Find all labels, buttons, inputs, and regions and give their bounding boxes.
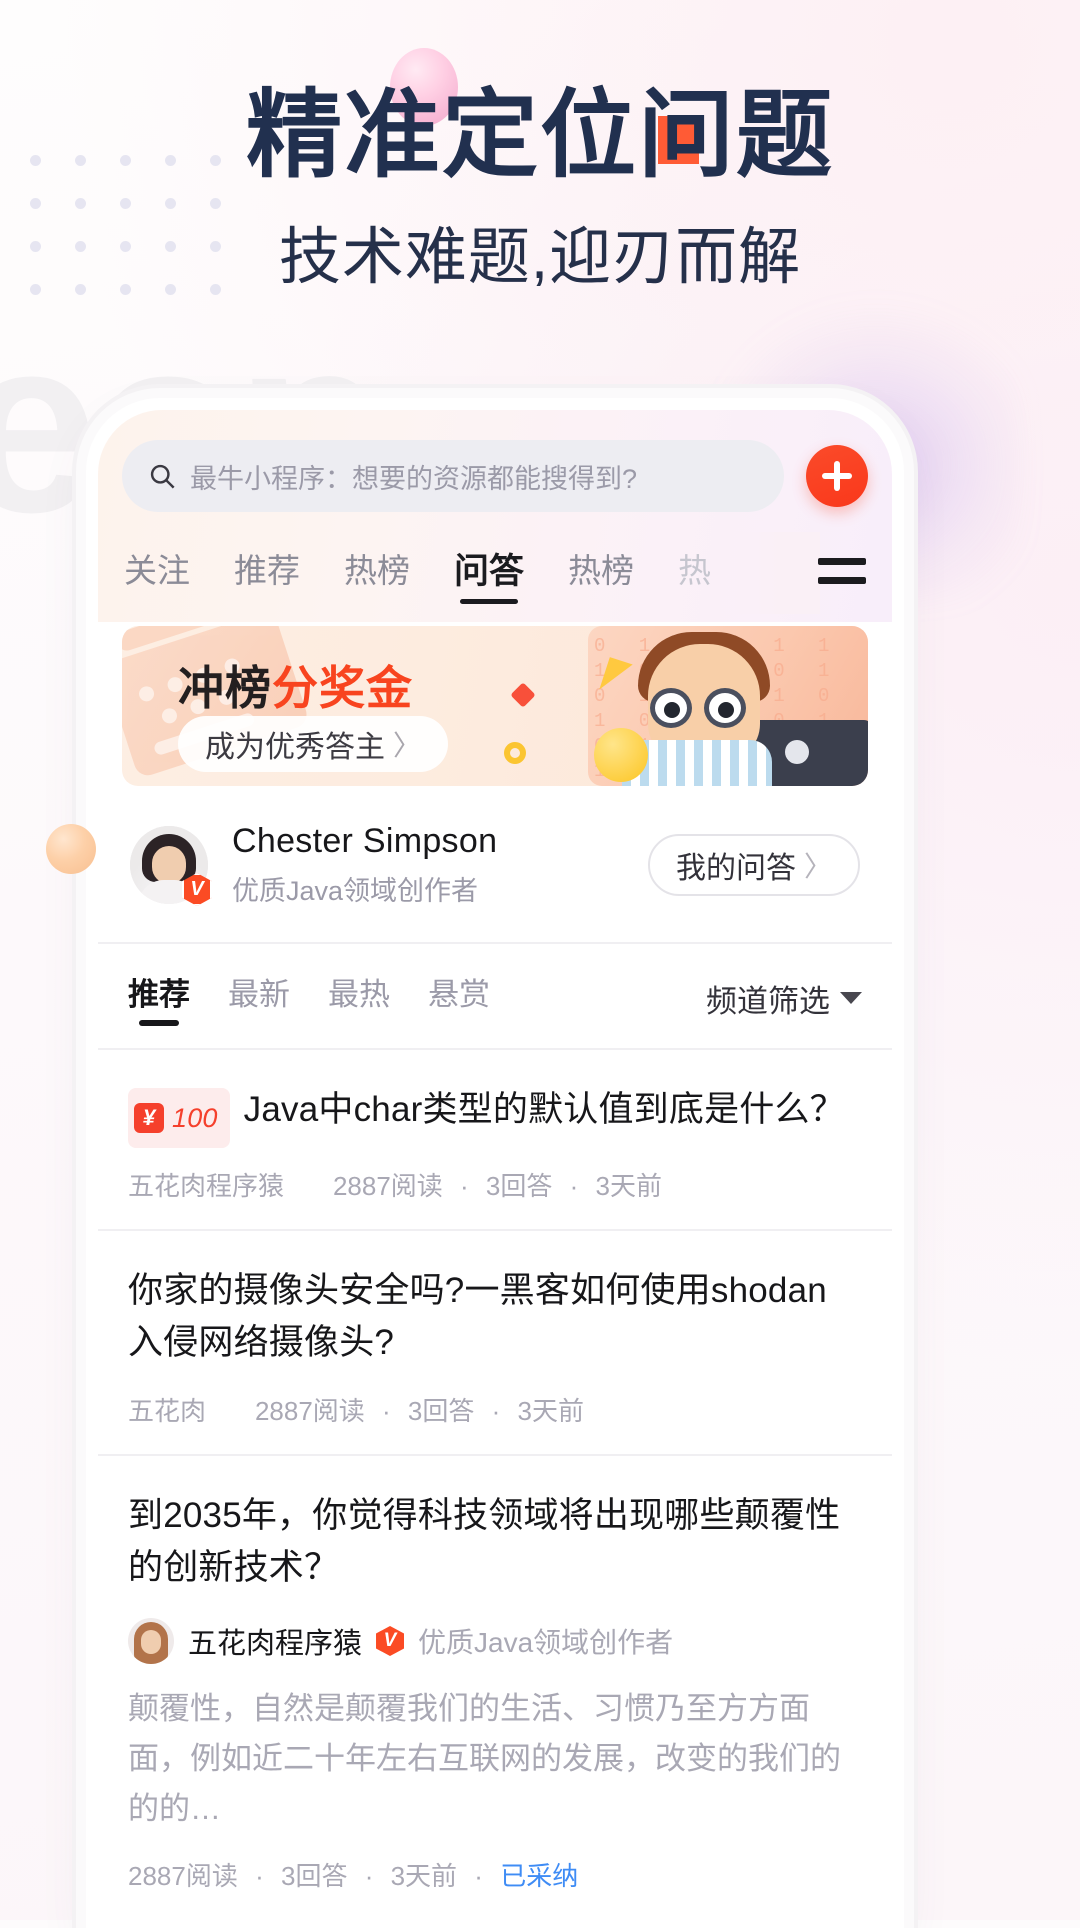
search-placeholder: 最牛小程序：想要的资源都能搜得到? bbox=[190, 463, 638, 494]
meta-time: 3天前 bbox=[517, 1396, 584, 1426]
banner-cta-label: 成为优秀答主 bbox=[204, 731, 385, 764]
question-title: 你家的摄像头安全吗?一黑客如何使用shodan入侵网络摄像头? bbox=[128, 1271, 827, 1362]
verified-badge-icon: V bbox=[376, 1626, 405, 1656]
page-title-suffix: 题 bbox=[736, 82, 834, 189]
meta-answers: 3回答 bbox=[407, 1396, 475, 1426]
tab-guanzhu[interactable]: 关注 bbox=[124, 544, 190, 602]
meta-author: 五花肉 bbox=[128, 1396, 207, 1426]
yen-icon: ¥ bbox=[134, 1103, 164, 1133]
promo-banner[interactable]: 0 1 0 0 1 11 0 1 0 0 10 1 1 0 1 01 0 0 1… bbox=[122, 626, 868, 786]
page-title-prefix: 精准定位 bbox=[246, 82, 638, 189]
ring-decoration bbox=[504, 742, 526, 764]
diamond-decoration bbox=[510, 682, 536, 708]
author-role: 优质Java领域创作者 bbox=[418, 1627, 674, 1658]
accepted-status-badge: 已采纳 bbox=[500, 1861, 579, 1891]
caret-down-icon bbox=[840, 992, 862, 1004]
my-qa-label: 我的问答 bbox=[675, 852, 796, 885]
tab-rebang-2[interactable]: 热榜 bbox=[568, 544, 634, 602]
meta-time: 3天前 bbox=[390, 1861, 458, 1891]
poster-headline: 精准定位问题 技术难题,迎刃而解 bbox=[0, 0, 1080, 296]
question-title: 到2035年，你觉得科技领域将出现哪些颠覆性的创新技术？ bbox=[128, 1496, 841, 1587]
meta-reads: 2887阅读 bbox=[254, 1396, 365, 1426]
banner-title-dark: 冲榜 bbox=[178, 662, 272, 714]
banner-title: 冲榜分奖金 bbox=[178, 652, 413, 718]
question-title-row: ¥ 100 Java中char类型的默认值到底是什么？ bbox=[128, 1084, 862, 1148]
author-name: 五花肉程序猿 bbox=[188, 1628, 363, 1660]
subtab-zuixin[interactable]: 最新 bbox=[228, 969, 290, 1028]
page-title-highlight: 问 bbox=[638, 82, 736, 189]
question-item[interactable]: ¥ 100 Java中char类型的默认值到底是什么？ 五花肉程序猿 2887阅… bbox=[98, 1050, 892, 1229]
meta-reads: 2887阅读 bbox=[128, 1861, 238, 1891]
search-icon bbox=[150, 464, 175, 489]
bounty-badge: ¥ 100 bbox=[128, 1088, 230, 1148]
meta-answers: 3回答 bbox=[280, 1861, 348, 1891]
coin-icon bbox=[594, 728, 648, 782]
banner-cta-button[interactable]: 成为优秀答主 〉 bbox=[178, 716, 448, 772]
bounty-amount: 100 bbox=[172, 1103, 218, 1133]
banner-illustration: 0 1 0 0 1 11 0 1 0 0 10 1 1 0 1 01 0 0 1… bbox=[588, 626, 868, 786]
character-glasses bbox=[650, 688, 758, 728]
channel-filter-label: 频道筛选 bbox=[706, 983, 830, 1019]
question-meta: 2887阅读 · 3回答 · 3天前 · 已采纳 bbox=[128, 1861, 579, 1891]
channel-filter-button[interactable]: 频道筛选 bbox=[706, 976, 862, 1021]
meta-time: 3天前 bbox=[595, 1171, 662, 1201]
profile-role: 优质Java领域创作者 bbox=[232, 876, 479, 906]
hamburger-menu-icon[interactable] bbox=[818, 548, 870, 594]
sort-tabs: 推荐 最新 最热 悬赏 频道筛选 bbox=[98, 950, 892, 1046]
add-post-button[interactable] bbox=[806, 445, 868, 507]
tab-rebang-1[interactable]: 热榜 bbox=[344, 544, 410, 602]
meta-author: 五花肉程序猿 bbox=[128, 1171, 285, 1201]
question-meta: 五花肉 2887阅读 · 3回答 · 3天前 bbox=[128, 1396, 584, 1426]
subtab-xuanshang[interactable]: 悬赏 bbox=[428, 969, 490, 1028]
page-subtitle: 技术难题,迎刃而解 bbox=[278, 223, 802, 292]
avatar[interactable] bbox=[128, 1618, 174, 1664]
question-list: ¥ 100 Java中char类型的默认值到底是什么？ 五花肉程序猿 2887阅… bbox=[98, 1050, 892, 1919]
question-title-row: 到2035年，你觉得科技领域将出现哪些颠覆性的创新技术？ bbox=[128, 1490, 862, 1594]
subtab-tuijian[interactable]: 推荐 bbox=[128, 969, 190, 1028]
meta-reads: 2887阅读 bbox=[332, 1171, 443, 1201]
chevron-right-icon: 〉 bbox=[392, 730, 421, 761]
my-qa-button[interactable]: 我的问答 〉 bbox=[647, 834, 860, 896]
peach-ball-decoration bbox=[46, 824, 96, 874]
divider bbox=[98, 942, 892, 944]
tab-wenda[interactable]: 问答 bbox=[454, 543, 524, 604]
question-item[interactable]: 到2035年，你觉得科技领域将出现哪些颠覆性的创新技术？ 五花肉程序猿 V 优质… bbox=[98, 1454, 892, 1919]
answer-author-row[interactable]: 五花肉程序猿 V 优质Java领域创作者 bbox=[128, 1618, 862, 1664]
profile-text: Chester Simpson 优质Java领域创作者 bbox=[232, 822, 648, 908]
profile-name: Chester Simpson bbox=[232, 822, 498, 860]
subtab-zuire[interactable]: 最热 bbox=[328, 969, 390, 1028]
meta-answers: 3回答 bbox=[485, 1171, 553, 1201]
question-title-row: 你家的摄像头安全吗?一黑客如何使用shodan入侵网络摄像头? bbox=[128, 1265, 862, 1369]
phone-screen: 最牛小程序：想要的资源都能搜得到? 关注 推荐 热榜 问答 热榜 热 0 1 1… bbox=[98, 410, 892, 1928]
question-meta: 五花肉程序猿 2887阅读 · 3回答 · 3天前 bbox=[128, 1171, 662, 1201]
chevron-right-icon: 〉 bbox=[803, 851, 832, 882]
page-title: 精准定位问题 bbox=[0, 0, 1080, 184]
profile-row: V Chester Simpson 优质Java领域创作者 我的问答 〉 bbox=[98, 802, 892, 928]
search-row: 最牛小程序：想要的资源都能搜得到? bbox=[98, 428, 892, 524]
banner-title-orange: 分奖金 bbox=[272, 662, 413, 714]
plus-icon bbox=[822, 461, 852, 491]
avatar[interactable]: V bbox=[130, 826, 212, 906]
tabs-fade-overlay bbox=[730, 532, 820, 614]
search-input[interactable]: 最牛小程序：想要的资源都能搜得到? bbox=[122, 440, 784, 512]
tab-tuijian[interactable]: 推荐 bbox=[234, 544, 300, 602]
answer-excerpt: 颠覆性，自然是颠覆我们的生活、习惯乃至方方面面，例如近二十年左右互联网的发展，改… bbox=[128, 1691, 841, 1826]
phone-mockup-frame: 最牛小程序：想要的资源都能搜得到? 关注 推荐 热榜 问答 热榜 热 0 1 1… bbox=[86, 398, 904, 1928]
question-item[interactable]: 你家的摄像头安全吗?一黑客如何使用shodan入侵网络摄像头? 五花肉 2887… bbox=[98, 1229, 892, 1454]
question-title: Java中char类型的默认值到底是什么？ bbox=[243, 1090, 845, 1129]
tab-re-partial[interactable]: 热 bbox=[678, 544, 711, 602]
